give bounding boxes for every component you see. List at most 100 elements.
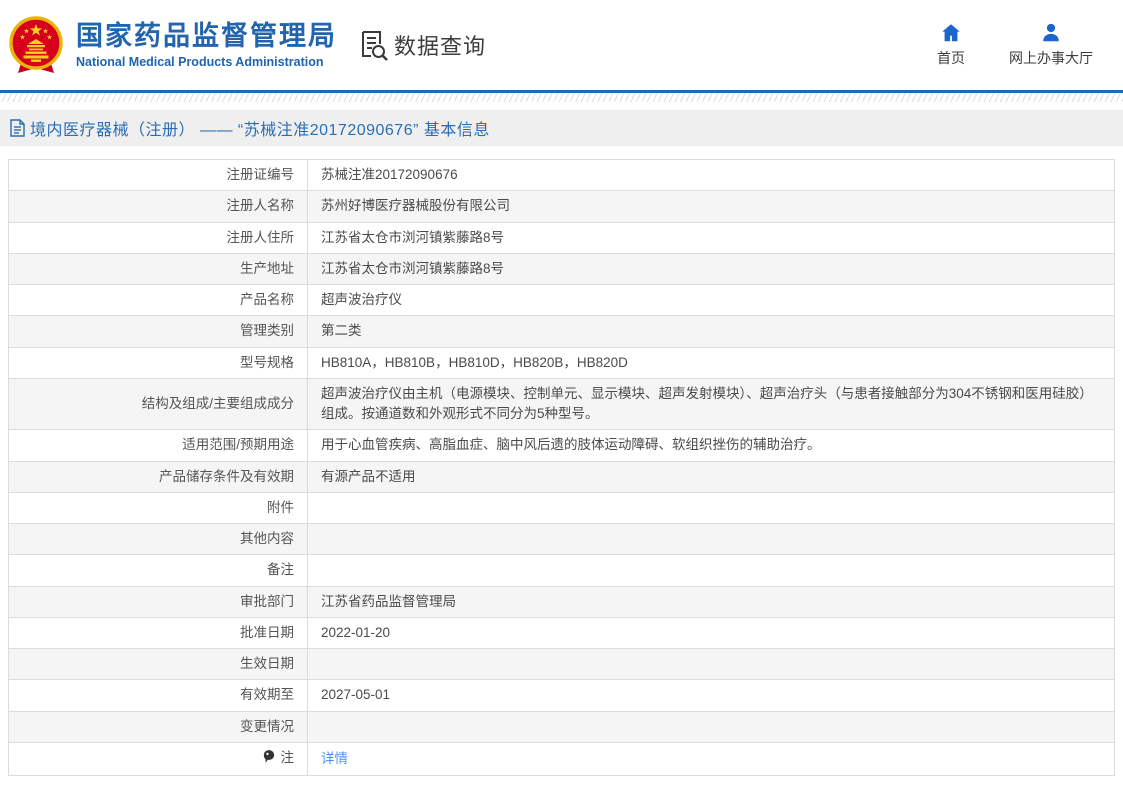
row-label: 注册证编号 [227,167,295,182]
table-row: 附件 [9,492,1115,523]
data-query-section[interactable]: 数据查询 [359,29,486,61]
page-title: 境内医疗器械（注册） —— “苏械注准20172090676” 基本信息 [30,116,490,140]
row-label: 其他内容 [240,531,294,546]
row-label: 产品储存条件及有效期 [159,469,294,484]
registration-table: 注册证编号 苏械注准20172090676 注册人名称 苏州好博医疗器械股份有限… [8,159,1115,776]
table-row: 注册证编号 苏械注准20172090676 [9,160,1115,191]
hatch-band [0,93,1123,102]
table-row: 注册人名称 苏州好博医疗器械股份有限公司 [9,191,1115,222]
row-label-cell: 注册人住所 [9,222,308,253]
nav-home[interactable]: 首页 [937,22,965,68]
header-nav: 首页 网上办事大厅 [937,22,1093,68]
row-value-cell: 2022-01-20 [308,617,1115,648]
row-value-cell [308,492,1115,523]
home-icon [940,22,962,44]
row-label-cell: 型号规格 [9,347,308,378]
table-row: 管理类别 第二类 [9,316,1115,347]
nav-home-label: 首页 [937,48,965,68]
row-label-cell: 审批部门 [9,586,308,617]
row-value: 2022-01-20 [321,625,390,640]
detail-link[interactable]: 详情 [321,751,348,766]
data-query-label: 数据查询 [394,29,486,61]
row-value-cell: 江苏省药品监督管理局 [308,586,1115,617]
row-label-cell: 生效日期 [9,649,308,680]
row-value-cell [308,555,1115,586]
table-row: 其他内容 [9,524,1115,555]
table-row: 生产地址 江苏省太仓市浏河镇紫藤路8号 [9,253,1115,284]
row-value-cell: 超声波治疗仪由主机（电源模块、控制单元、显示模块、超声发射模块）、超声治疗头（与… [308,378,1115,430]
row-value-cell [308,649,1115,680]
row-label-cell: 注 [9,742,308,775]
registration-info: 注册证编号 苏械注准20172090676 注册人名称 苏州好博医疗器械股份有限… [8,159,1115,776]
row-label: 结构及组成/主要组成成分 [142,396,294,411]
row-value-cell: HB810A，HB810B，HB810D，HB820B，HB820D [308,347,1115,378]
row-label-cell: 有效期至 [9,680,308,711]
row-label: 型号规格 [240,355,294,370]
site-subtitle: National Medical Products Administration [76,55,337,69]
row-label: 生产地址 [240,261,294,276]
row-label: 注册人名称 [227,198,295,213]
person-icon [1040,22,1062,44]
row-value: 有源产品不适用 [321,469,416,484]
row-value: 2027-05-01 [321,687,390,702]
row-label-cell: 适用范围/预期用途 [9,430,308,461]
row-value-cell [308,711,1115,742]
row-label-cell: 注册人名称 [9,191,308,222]
table-row: 生效日期 [9,649,1115,680]
table-row: 审批部门 江苏省药品监督管理局 [9,586,1115,617]
row-value: 苏械注准20172090676 [321,167,458,182]
row-label-cell: 变更情况 [9,711,308,742]
row-value: HB810A，HB810B，HB810D，HB820B，HB820D [321,355,628,370]
row-label: 注 [281,750,295,765]
breadcrumb: 境内医疗器械（注册） —— “苏械注准20172090676” 基本信息 [0,110,1123,146]
row-value: 用于心血管疾病、高脂血症、脑中风后遗的肢体运动障碍、软组织挫伤的辅助治疗。 [321,437,821,452]
table-row: 结构及组成/主要组成成分 超声波治疗仪由主机（电源模块、控制单元、显示模块、超声… [9,378,1115,430]
table-row: 适用范围/预期用途 用于心血管疾病、高脂血症、脑中风后遗的肢体运动障碍、软组织挫… [9,430,1115,461]
row-label: 注册人住所 [227,230,295,245]
row-label-cell: 备注 [9,555,308,586]
row-value-cell: 超声波治疗仪 [308,285,1115,316]
row-label: 备注 [267,562,294,577]
row-label: 产品名称 [240,292,294,307]
national-emblem [8,16,64,76]
row-label-cell: 结构及组成/主要组成成分 [9,378,308,430]
row-value-cell: 详情 [308,742,1115,775]
nav-service-hall[interactable]: 网上办事大厅 [1009,22,1093,68]
table-row: 注 详情 [9,742,1115,775]
row-label-cell: 管理类别 [9,316,308,347]
row-label: 附件 [267,500,294,515]
row-value: 苏州好博医疗器械股份有限公司 [321,198,510,213]
row-value-cell [308,524,1115,555]
row-label-cell: 产品储存条件及有效期 [9,461,308,492]
table-row: 备注 [9,555,1115,586]
site-title: 国家药品监督管理局 [76,21,337,52]
row-label: 适用范围/预期用途 [182,437,294,452]
row-value: 江苏省药品监督管理局 [321,594,456,609]
row-label-cell: 生产地址 [9,253,308,284]
row-label-cell: 产品名称 [9,285,308,316]
row-label-cell: 其他内容 [9,524,308,555]
row-label-cell: 批准日期 [9,617,308,648]
row-label: 有效期至 [240,687,294,702]
row-value-cell: 苏械注准20172090676 [308,160,1115,191]
row-value-cell: 苏州好博医疗器械股份有限公司 [308,191,1115,222]
row-label-cell: 注册证编号 [9,160,308,191]
row-value: 超声波治疗仪由主机（电源模块、控制单元、显示模块、超声发射模块）、超声治疗头（与… [321,386,1093,421]
page-header: 国家药品监督管理局 National Medical Products Admi… [0,0,1123,90]
row-label: 管理类别 [240,323,294,338]
table-row: 注册人住所 江苏省太仓市浏河镇紫藤路8号 [9,222,1115,253]
row-label: 变更情况 [240,719,294,734]
nav-service-hall-label: 网上办事大厅 [1009,48,1093,68]
row-label: 审批部门 [240,594,294,609]
row-label: 批准日期 [240,625,294,640]
doc-search-icon [359,29,389,61]
table-row: 变更情况 [9,711,1115,742]
row-value: 江苏省太仓市浏河镇紫藤路8号 [321,261,504,276]
document-icon [10,119,25,137]
row-value: 第二类 [321,323,362,338]
table-row: 产品储存条件及有效期 有源产品不适用 [9,461,1115,492]
table-row: 批准日期 2022-01-20 [9,617,1115,648]
row-value-cell: 江苏省太仓市浏河镇紫藤路8号 [308,253,1115,284]
row-value-cell: 2027-05-01 [308,680,1115,711]
row-value: 江苏省太仓市浏河镇紫藤路8号 [321,230,504,245]
